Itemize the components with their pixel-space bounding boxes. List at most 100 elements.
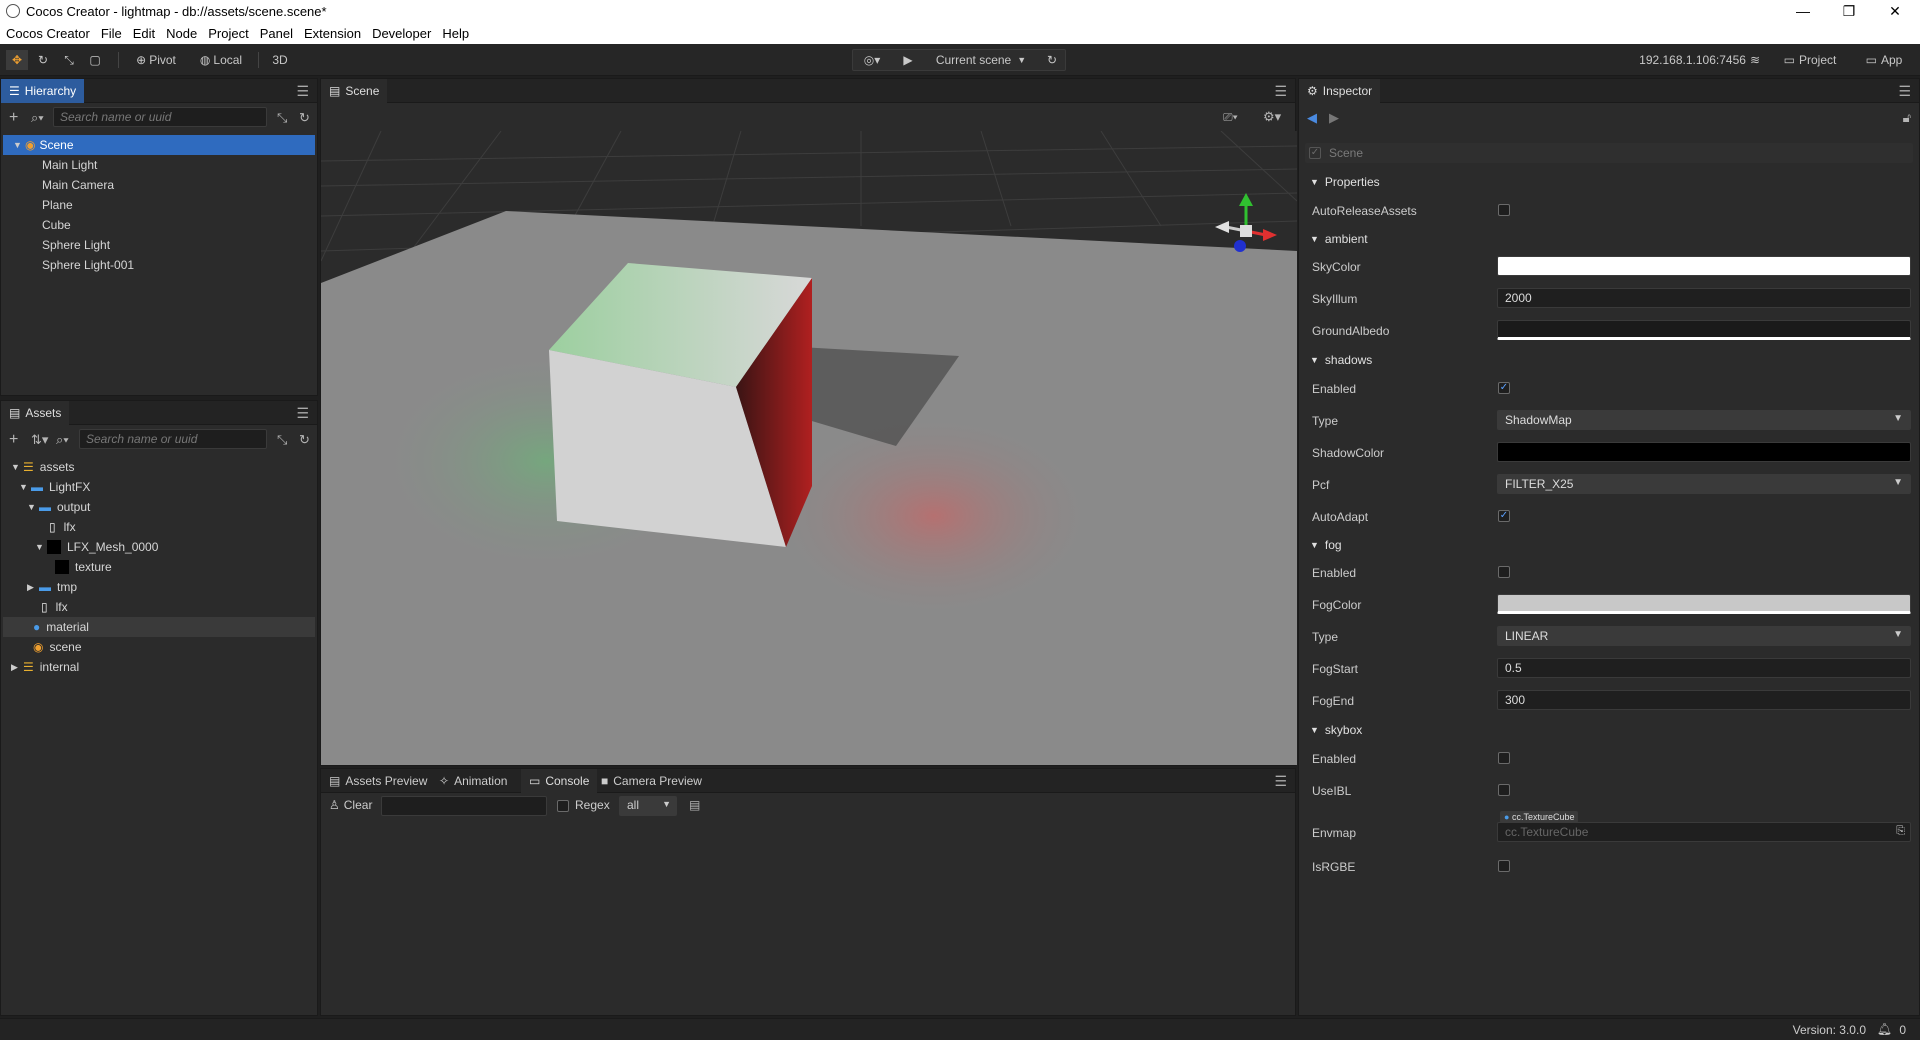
tree-node-scene[interactable]: ▼ ◉ Scene xyxy=(3,135,315,155)
tab-scene[interactable]: ▤ Scene xyxy=(321,79,388,103)
asset-tmp[interactable]: ▶ ▬ tmp xyxy=(3,577,315,597)
log-level-select[interactable]: all ▼ xyxy=(619,796,677,816)
sky-color-field[interactable] xyxy=(1497,256,1911,276)
refresh-icon[interactable]: ↻ xyxy=(299,432,310,448)
gear-icon[interactable]: ⚙▾ xyxy=(1263,109,1281,125)
camera-settings-icon[interactable]: ⎚▾ xyxy=(1223,110,1238,125)
clear-button[interactable]: ♙ Clear xyxy=(329,798,372,812)
search-icon[interactable]: ⌕▾ xyxy=(56,432,69,448)
play-icon[interactable]: ▶ xyxy=(896,50,920,70)
fog-type-select[interactable]: LINEAR ▼ xyxy=(1497,626,1911,646)
asset-assets[interactable]: ▼ ☰ assets xyxy=(3,457,315,477)
tab-inspector[interactable]: ⚙ Inspector xyxy=(1299,79,1381,103)
pivot-toggle[interactable]: ⊕ Pivot xyxy=(128,50,184,70)
tab-camera-preview[interactable]: ■ Camera Preview xyxy=(593,769,710,793)
ambient-section[interactable]: ▼ ambient xyxy=(1310,232,1368,246)
tree-node-main-light[interactable]: Main Light xyxy=(3,155,315,175)
rotate-tool-icon[interactable]: ↻ xyxy=(32,50,54,70)
fog-end-input[interactable]: 300 xyxy=(1497,690,1911,710)
fog-section[interactable]: ▼ fog xyxy=(1310,538,1342,552)
asset-internal[interactable]: ▶ ☰ internal xyxy=(3,657,315,677)
refresh-icon[interactable]: ↻ xyxy=(1040,50,1064,70)
menu-panel[interactable]: Panel xyxy=(260,26,293,41)
asset-lfx-file-2[interactable]: ▯ lfx xyxy=(3,597,315,617)
move-tool-icon[interactable]: ✥ xyxy=(6,50,28,70)
open-app-button[interactable]: ▭ App xyxy=(1856,50,1912,70)
asset-texture[interactable]: texture xyxy=(3,557,315,577)
tree-node-sphere-light-001[interactable]: Sphere Light-001 xyxy=(3,255,315,275)
add-node-icon[interactable]: + xyxy=(9,109,18,127)
regex-checkbox[interactable] xyxy=(557,800,569,812)
shadows-type-select[interactable]: ShadowMap ▼ xyxy=(1497,410,1911,430)
node-name-field[interactable]: Scene xyxy=(1329,146,1363,160)
fog-color-field[interactable] xyxy=(1497,594,1911,614)
scene-select[interactable]: Current scene ▼ xyxy=(928,50,1034,70)
use-ibl-checkbox[interactable] xyxy=(1498,784,1510,796)
scale-tool-icon[interactable]: ⤡ xyxy=(58,50,80,70)
tab-hierarchy[interactable]: ☰ Hierarchy xyxy=(1,79,85,103)
tree-node-cube[interactable]: Cube xyxy=(3,215,315,235)
tree-node-sphere-light[interactable]: Sphere Light xyxy=(3,235,315,255)
menu-node[interactable]: Node xyxy=(166,26,197,41)
auto-release-checkbox[interactable] xyxy=(1498,204,1510,216)
pcf-select[interactable]: FILTER_X25 ▼ xyxy=(1497,474,1911,494)
collapse-icon[interactable]: ⤡ xyxy=(277,110,287,126)
add-asset-icon[interactable]: + xyxy=(9,431,18,449)
fog-start-input[interactable]: 0.5 xyxy=(1497,658,1911,678)
menu-edit[interactable]: Edit xyxy=(133,26,155,41)
minimize-button[interactable]: — xyxy=(1780,0,1826,22)
menu-help[interactable]: Help xyxy=(442,26,469,41)
menu-cocos-creator[interactable]: Cocos Creator xyxy=(6,26,90,41)
menu-developer[interactable]: Developer xyxy=(372,26,431,41)
bell-icon[interactable]: 🔔︎ xyxy=(1877,1022,1892,1036)
3d-toggle[interactable]: 3D xyxy=(266,50,294,70)
asset-lfx-file[interactable]: ▯ lfx xyxy=(3,517,315,537)
menu-file[interactable]: File xyxy=(101,26,122,41)
open-log-file-icon[interactable]: ▤ xyxy=(689,798,700,812)
tab-animation[interactable]: ✧ Animation xyxy=(431,769,515,793)
ground-albedo-field[interactable] xyxy=(1497,320,1911,340)
refresh-icon[interactable]: ↻ xyxy=(299,110,310,126)
close-button[interactable]: ✕ xyxy=(1872,0,1918,22)
sort-icon[interactable]: ⇅▾ xyxy=(31,432,48,448)
asset-scene[interactable]: ◉ scene xyxy=(3,637,315,657)
shadows-section[interactable]: ▼ shadows xyxy=(1310,353,1372,367)
properties-section[interactable]: ▼ Properties xyxy=(1310,175,1380,189)
open-project-button[interactable]: ▭ Project xyxy=(1778,50,1842,70)
auto-adapt-checkbox[interactable]: ✓ xyxy=(1498,510,1510,522)
shadows-enabled-checkbox[interactable]: ✓ xyxy=(1498,382,1510,394)
asset-lfx-mesh[interactable]: ▼ LFX_Mesh_0000 xyxy=(3,537,315,557)
tab-console[interactable]: ▭ Console xyxy=(521,769,598,793)
forward-arrow-icon[interactable]: ▶ xyxy=(1329,110,1339,126)
panel-menu-icon[interactable]: ☰ xyxy=(1898,83,1911,100)
console-filter-input[interactable] xyxy=(381,796,547,816)
panel-menu-icon[interactable]: ☰ xyxy=(1274,773,1287,790)
hierarchy-search-input[interactable]: Search name or uuid xyxy=(53,107,267,127)
collapse-icon[interactable]: ⤡ xyxy=(277,432,287,448)
fog-enabled-checkbox[interactable] xyxy=(1498,566,1510,578)
asset-material[interactable]: ● material xyxy=(3,617,315,637)
maximize-button[interactable]: ❐ xyxy=(1826,0,1872,22)
asset-picker-icon[interactable]: ⎘ xyxy=(1896,825,1905,838)
panel-menu-icon[interactable]: ☰ xyxy=(1274,83,1287,100)
browser-select-icon[interactable]: ◎▾ xyxy=(856,50,888,70)
skybox-section[interactable]: ▼ skybox xyxy=(1310,723,1362,737)
asset-lightfx[interactable]: ▼ ▬ LightFX xyxy=(3,477,315,497)
tree-node-plane[interactable]: Plane xyxy=(3,195,315,215)
menu-extension[interactable]: Extension xyxy=(304,26,361,41)
panel-menu-icon[interactable]: ☰ xyxy=(296,405,309,422)
tab-assets[interactable]: ▤ Assets xyxy=(1,401,70,425)
menu-project[interactable]: Project xyxy=(208,26,248,41)
sky-illum-input[interactable]: 2000 xyxy=(1497,288,1911,308)
envmap-asset-field[interactable]: cc.TextureCube ⎘ xyxy=(1497,822,1911,842)
is-rgbe-checkbox[interactable] xyxy=(1498,860,1510,872)
lock-icon[interactable]: 🔓︎ xyxy=(1903,110,1911,126)
tab-assets-preview[interactable]: ▤ Assets Preview xyxy=(321,769,435,793)
rect-tool-icon[interactable]: ▢ xyxy=(84,50,106,70)
scene-viewport[interactable] xyxy=(321,131,1297,765)
shadow-color-field[interactable] xyxy=(1497,442,1911,462)
assets-search-input[interactable]: Search name or uuid xyxy=(79,429,267,449)
local-toggle[interactable]: ◍ Local xyxy=(194,50,248,70)
node-active-checkbox[interactable]: ✓ xyxy=(1309,147,1321,159)
search-icon[interactable]: ⌕▾ xyxy=(31,110,44,126)
